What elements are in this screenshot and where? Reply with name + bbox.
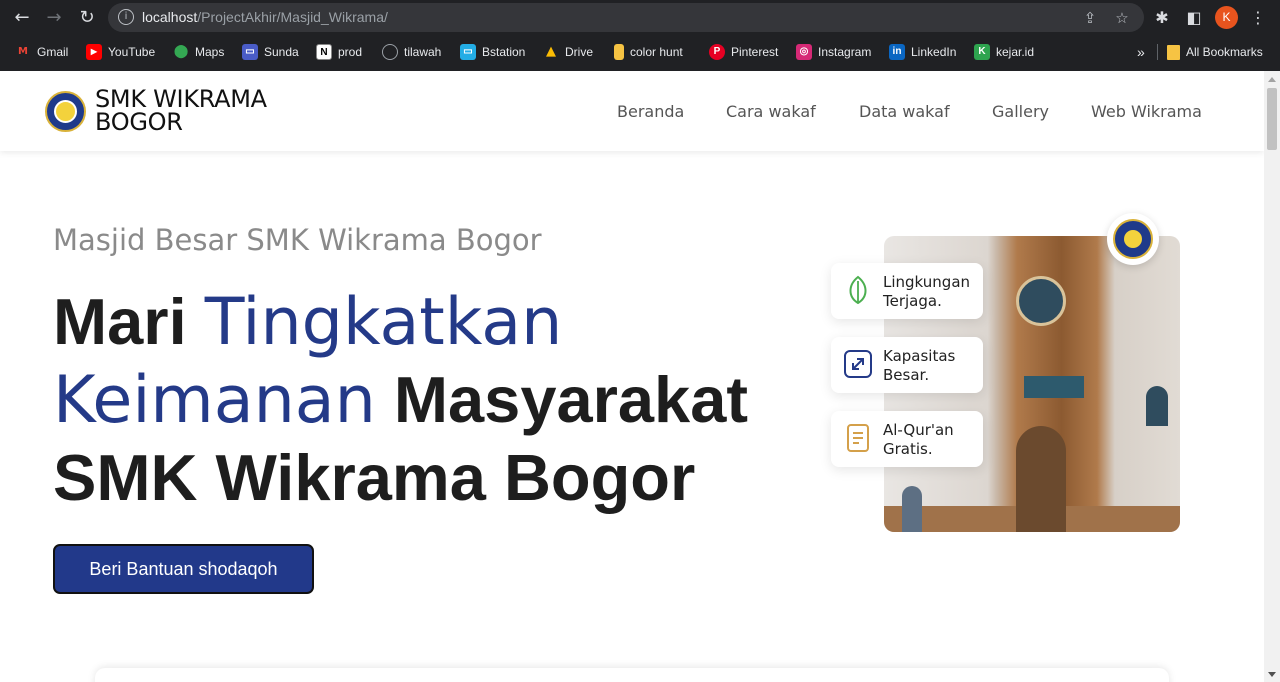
instagram-icon: ◎ — [796, 44, 812, 60]
bookmark-star-icon[interactable]: ☆ — [1112, 8, 1132, 28]
school-seal-badge — [1107, 213, 1159, 265]
nav-beranda[interactable]: Beranda — [617, 102, 684, 121]
bookmark-drive[interactable]: ▲ Drive — [543, 43, 593, 61]
bookmark-linkedin[interactable]: in LinkedIn — [889, 43, 956, 61]
bookmark-youtube[interactable]: ▶ YouTube — [86, 43, 155, 61]
feature-card-environment: Lingkungan Terjaga. — [831, 263, 983, 319]
donate-button[interactable]: Beri Bantuan shodaqoh — [53, 544, 314, 594]
sunda-icon: ▭ — [242, 44, 258, 60]
bookmark-kejar[interactable]: Kkejar.id — [974, 43, 1034, 61]
bookmark-tilawah[interactable]: tilawah — [382, 43, 441, 61]
nav-data-wakaf[interactable]: Data wakaf — [859, 102, 950, 121]
bookmark-sunda[interactable]: ▭ Sunda — [242, 43, 299, 61]
book-icon — [843, 423, 873, 453]
linkedin-icon: in — [889, 44, 905, 60]
drive-icon: ▲ — [546, 44, 556, 59]
all-bookmarks-button[interactable]: All Bookmarks — [1167, 43, 1263, 61]
feature-card-capacity: Kapasitas Besar. — [831, 337, 983, 393]
brand-name[interactable]: SMK WIKRAMA BOGOR — [95, 87, 267, 134]
bookmarks-separator — [1157, 44, 1158, 60]
nav-gallery[interactable]: Gallery — [992, 102, 1049, 121]
site-info-icon[interactable]: i — [118, 9, 134, 25]
maps-icon: ⬤ — [173, 44, 189, 59]
hero-headline: Mari Tingkatkan Keimanan Masyarakat SMK … — [53, 285, 749, 514]
bookmark-instagram[interactable]: ◎ Instagram — [796, 43, 871, 61]
bookmark-prod[interactable]: Nprod — [316, 43, 362, 61]
nav-web-wikrama[interactable]: Web Wikrama — [1091, 102, 1202, 121]
bookmark-bstation[interactable]: ▭ Bstation — [460, 43, 525, 61]
back-icon[interactable]: ← — [10, 6, 34, 30]
url-text[interactable]: localhost/ProjectAkhir/Masjid_Wikrama/ — [142, 9, 388, 25]
scroll-thumb[interactable] — [1267, 88, 1277, 150]
bookmark-color-hunt[interactable]: color hunt — [614, 43, 683, 61]
menu-kebab-icon[interactable]: ⋮ — [1246, 6, 1270, 30]
site-header: SMK WIKRAMA BOGOR Beranda Cara wakaf Dat… — [0, 71, 1264, 151]
side-panel-icon[interactable]: ◧ — [1182, 6, 1206, 30]
bstation-icon: ▭ — [460, 44, 476, 60]
leaf-icon — [843, 275, 873, 305]
browser-toolbar: ← → ↻ i localhost/ProjectAkhir/Masjid_Wi… — [0, 0, 1280, 36]
page-viewport: SMK WIKRAMA BOGOR Beranda Cara wakaf Dat… — [0, 71, 1264, 682]
page-scrollbar[interactable] — [1264, 71, 1280, 682]
hero-subtitle: Masjid Besar SMK Wikrama Bogor — [53, 223, 542, 257]
scroll-up-icon[interactable] — [1268, 77, 1276, 82]
info-card — [95, 668, 1169, 682]
kejar-icon: K — [974, 44, 990, 60]
address-bar[interactable]: i localhost/ProjectAkhir/Masjid_Wikrama/… — [108, 3, 1144, 32]
expand-icon — [843, 349, 873, 379]
forward-icon[interactable]: → — [42, 6, 66, 30]
scroll-down-icon[interactable] — [1268, 672, 1276, 677]
bookmark-pinterest[interactable]: P Pinterest — [709, 43, 778, 61]
tilawah-icon — [382, 44, 398, 60]
bookmark-maps[interactable]: ⬤ Maps — [173, 43, 225, 61]
feature-card-quran: Al-Qur'an Gratis. — [831, 411, 983, 467]
bookmarks-bar: M Gmail ▶ YouTube ⬤ Maps ▭ Sunda Nprod tilaw… — [0, 38, 1280, 66]
colorhunt-icon — [614, 44, 624, 60]
reload-icon[interactable]: ↻ — [75, 6, 99, 30]
profile-avatar[interactable]: K — [1215, 6, 1238, 29]
share-icon[interactable]: ⇪ — [1080, 8, 1100, 28]
bookmarks-overflow-button[interactable]: » — [1137, 43, 1145, 61]
extensions-icon[interactable]: ✱ — [1150, 6, 1174, 30]
school-logo-icon[interactable] — [45, 91, 86, 132]
folder-icon — [1167, 44, 1180, 60]
youtube-icon: ▶ — [86, 44, 102, 60]
bookmark-gmail[interactable]: M Gmail — [15, 43, 68, 61]
nav-cara-wakaf[interactable]: Cara wakaf — [726, 102, 816, 121]
notion-icon: N — [316, 44, 332, 60]
browser-chrome: ← → ↻ i localhost/ProjectAkhir/Masjid_Wi… — [0, 0, 1280, 71]
gmail-icon: M — [18, 46, 28, 57]
pinterest-icon: P — [709, 44, 725, 60]
